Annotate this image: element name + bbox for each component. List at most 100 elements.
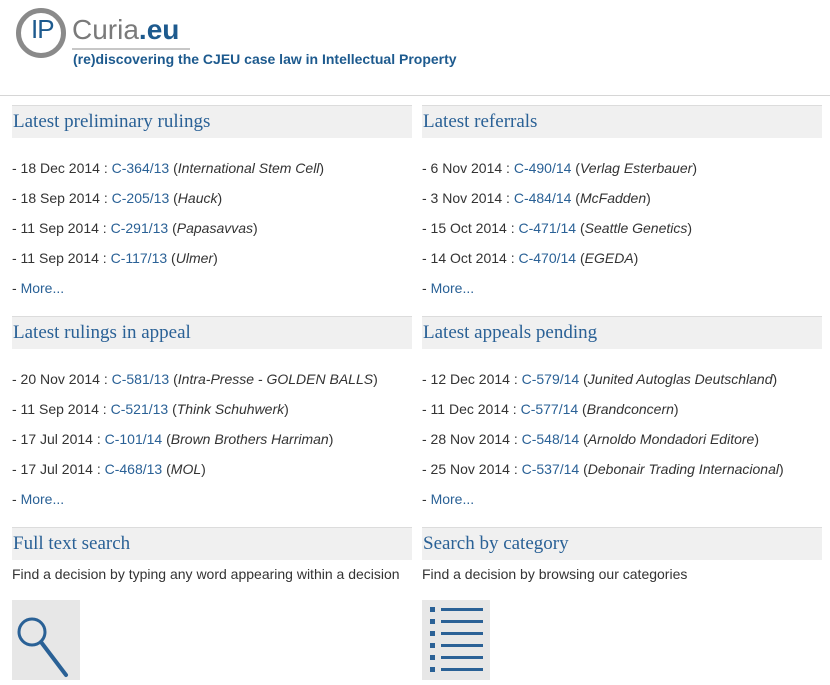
case-link[interactable]: C-577/14 — [521, 401, 579, 417]
list-item: - 25 Nov 2014 : C-537/14 (Debonair Tradi… — [422, 461, 784, 477]
logo-ip-text: IP — [31, 14, 55, 44]
case-link[interactable]: C-548/14 — [522, 431, 580, 447]
more-item: - More... — [422, 280, 475, 296]
list-item: - 11 Sep 2014 : C-521/13 (Think Schuhwer… — [12, 401, 289, 417]
section-title: Latest appeals pending — [422, 316, 822, 349]
item-date: - 12 Dec 2014 : — [422, 371, 522, 387]
case-link[interactable]: C-364/13 — [112, 160, 170, 176]
case-link[interactable]: C-521/13 — [111, 401, 169, 417]
item-date: - 18 Sep 2014 : — [12, 190, 112, 206]
section-latest-referrals: Latest referrals - 6 Nov 2014 : C-490/14… — [422, 105, 822, 303]
list-item: - 11 Sep 2014 : C-291/13 (Papasavvas) — [12, 220, 258, 236]
item-date: - 17 Jul 2014 : — [12, 461, 105, 477]
case-link[interactable]: C-117/13 — [111, 250, 168, 266]
item-date: - 14 Oct 2014 : — [422, 250, 519, 266]
party-name: McFadden — [579, 190, 647, 206]
item-date: - 3 Nov 2014 : — [422, 190, 514, 206]
case-link[interactable]: C-205/13 — [112, 190, 170, 206]
section-latest-appeals-pending: Latest appeals pending - 12 Dec 2014 : C… — [422, 316, 822, 514]
section-title: Latest rulings in appeal — [12, 316, 412, 349]
section-description: Find a decision by browsing our categori… — [422, 566, 688, 582]
list-item: - 28 Nov 2014 : C-548/14 (Arnoldo Mondad… — [422, 431, 759, 447]
more-link[interactable]: More... — [21, 491, 65, 507]
case-link[interactable]: C-470/14 — [519, 250, 577, 266]
item-date: - 6 Nov 2014 : — [422, 160, 514, 176]
item-date: - 11 Sep 2014 : — [12, 220, 111, 236]
more-item: - More... — [12, 280, 65, 296]
list-item: - 3 Nov 2014 : C-484/14 (McFadden) — [422, 190, 651, 206]
party-name: Debonair Trading Internacional — [587, 461, 779, 477]
section-title[interactable]: Full text search — [12, 527, 412, 560]
party-name: Intra-Presse - GOLDEN BALLS — [177, 371, 374, 387]
more-link[interactable]: More... — [431, 491, 475, 507]
case-link[interactable]: C-101/14 — [105, 431, 163, 447]
logo-curia-text: Curia.eu — [72, 14, 179, 46]
section-latest-preliminary-rulings: Latest preliminary rulings - 18 Dec 2014… — [12, 105, 412, 303]
party-name: Ulmer — [175, 250, 214, 266]
item-date: - 18 Dec 2014 : — [12, 160, 112, 176]
case-link[interactable]: C-468/13 — [105, 461, 163, 477]
list-item: - 15 Oct 2014 : C-471/14 (Seattle Geneti… — [422, 220, 693, 236]
case-link[interactable]: C-581/13 — [112, 371, 170, 387]
list-item: - 18 Dec 2014 : C-364/13 (International … — [12, 160, 325, 176]
list-item: - 14 Oct 2014 : C-470/14 (EGEDA) — [422, 250, 639, 266]
party-name: Junited Autoglas Deutschland — [587, 371, 773, 387]
logo-eu-text: .eu — [138, 14, 180, 45]
site-header: IP Curia.eu (re)discovering the CJEU cas… — [0, 0, 830, 96]
appeals-pending-list: - 12 Dec 2014 : C-579/14 (Junited Autogl… — [422, 364, 822, 514]
case-link[interactable]: C-471/14 — [519, 220, 577, 236]
more-item: - More... — [12, 491, 65, 507]
party-name: Brown Brothers Harriman — [170, 431, 329, 447]
party-name: Think Schuhwerk — [176, 401, 285, 417]
list-item: - 6 Nov 2014 : C-490/14 (Verlag Esterbau… — [422, 160, 697, 176]
logo-curia-word: Curia — [72, 14, 139, 45]
list-item: - 11 Sep 2014 : C-117/13 (Ulmer) — [12, 250, 218, 266]
case-link[interactable]: C-579/14 — [522, 371, 580, 387]
section-description: Find a decision by typing any word appea… — [12, 566, 400, 582]
magnifier-icon — [17, 617, 68, 677]
search-by-category-button[interactable] — [422, 600, 490, 680]
party-name: Arnoldo Mondadori Editore — [587, 431, 755, 447]
party-name: International Stem Cell — [177, 160, 320, 176]
appeal-rulings-list: - 20 Nov 2014 : C-581/13 (Intra-Presse -… — [12, 364, 412, 514]
party-name: Hauck — [177, 190, 218, 206]
section-title: Latest referrals — [422, 105, 822, 138]
item-date: - 28 Nov 2014 : — [422, 431, 522, 447]
party-name: Papasavvas — [176, 220, 254, 236]
item-date: - 15 Oct 2014 : — [422, 220, 519, 236]
logo-underline — [72, 48, 190, 50]
item-date: - 17 Jul 2014 : — [12, 431, 105, 447]
party-name: Verlag Esterbauer — [579, 160, 693, 176]
list-item: - 18 Sep 2014 : C-205/13 (Hauck) — [12, 190, 223, 206]
section-title[interactable]: Search by category — [422, 527, 822, 560]
list-item: - 12 Dec 2014 : C-579/14 (Junited Autogl… — [422, 371, 778, 387]
section-title: Latest preliminary rulings — [12, 105, 412, 138]
item-date: - 25 Nov 2014 : — [422, 461, 522, 477]
party-name: MOL — [170, 461, 202, 477]
list-item: - 17 Jul 2014 : C-101/14 (Brown Brothers… — [12, 431, 334, 447]
party-name: Brandconcern — [586, 401, 674, 417]
item-date: - 11 Sep 2014 : — [12, 401, 111, 417]
full-text-search-button[interactable] — [12, 600, 80, 680]
case-link[interactable]: C-484/14 — [514, 190, 572, 206]
case-link[interactable]: C-537/14 — [522, 461, 580, 477]
case-link[interactable]: C-291/13 — [111, 220, 169, 236]
rulings-list: - 18 Dec 2014 : C-364/13 (International … — [12, 153, 412, 303]
party-name: EGEDA — [584, 250, 634, 266]
section-full-text-search: Full text search Find a decision by typi… — [12, 527, 412, 582]
party-name: Seattle Genetics — [584, 220, 688, 236]
list-item: - 17 Jul 2014 : C-468/13 (MOL) — [12, 461, 206, 477]
section-latest-rulings-in-appeal: Latest rulings in appeal - 20 Nov 2014 :… — [12, 316, 412, 514]
more-link[interactable]: More... — [431, 280, 475, 296]
more-link[interactable]: More... — [21, 280, 65, 296]
more-item: - More... — [422, 491, 475, 507]
item-date: - 11 Dec 2014 : — [422, 401, 521, 417]
section-search-by-category: Search by category Find a decision by br… — [422, 527, 822, 582]
case-link[interactable]: C-490/14 — [514, 160, 572, 176]
item-date: - 20 Nov 2014 : — [12, 371, 112, 387]
referrals-list: - 6 Nov 2014 : C-490/14 (Verlag Esterbau… — [422, 153, 822, 303]
item-date: - 11 Sep 2014 : — [12, 250, 111, 266]
list-icon — [430, 607, 483, 672]
list-item: - 20 Nov 2014 : C-581/13 (Intra-Presse -… — [12, 371, 378, 387]
site-tagline: (re)discovering the CJEU case law in Int… — [73, 51, 457, 67]
